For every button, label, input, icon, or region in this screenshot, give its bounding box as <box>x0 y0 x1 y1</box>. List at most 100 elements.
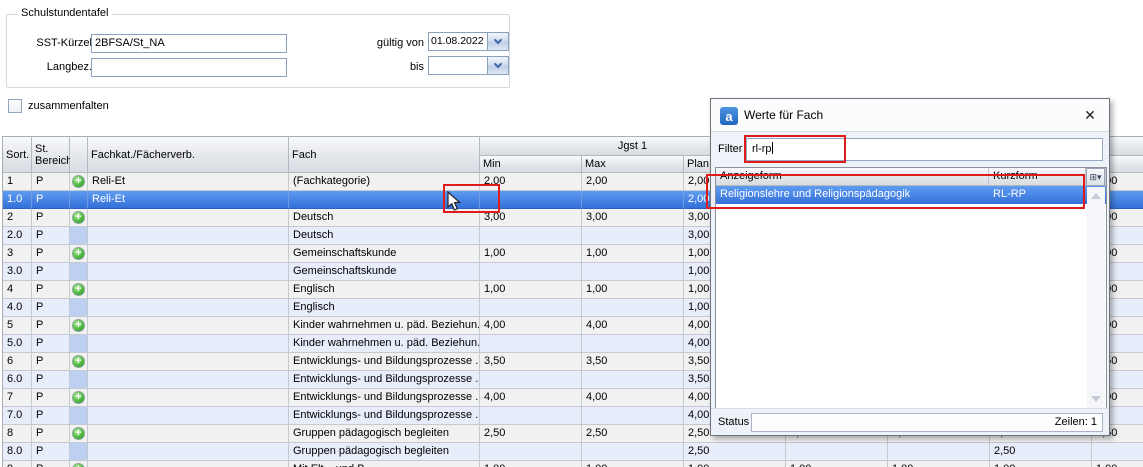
table-row[interactable]: 8.0PGruppen pädagogisch begleiten2,502,5… <box>3 443 1143 461</box>
cell-value[interactable]: 1,00 <box>888 461 990 467</box>
cell-fach[interactable]: Gemeinschaftskunde <box>289 245 480 263</box>
scroll-up-icon[interactable] <box>1091 193 1101 199</box>
cell-value[interactable] <box>480 371 582 389</box>
cell-st-bereich: P <box>32 245 70 263</box>
add-row-plus-icon[interactable]: + <box>72 211 85 224</box>
cell-value[interactable]: 1,00 <box>480 245 582 263</box>
cell-value[interactable] <box>480 407 582 425</box>
cell-value[interactable]: 1,00 <box>480 461 582 467</box>
cell-value[interactable] <box>480 443 582 461</box>
cell-value[interactable]: 1,00 <box>684 461 786 467</box>
field-chooser-button[interactable]: ⊞▾ <box>1086 168 1105 186</box>
cell-fach[interactable]: Kinder wahrnehmen u. päd. Beziehun... <box>289 317 480 335</box>
cell-value[interactable]: 4,00 <box>480 389 582 407</box>
add-row-plus-icon[interactable]: + <box>72 175 85 188</box>
cell-add[interactable]: + <box>70 425 88 443</box>
bis-input[interactable] <box>428 56 488 75</box>
cell-value[interactable] <box>582 263 684 281</box>
cell-value[interactable]: 2,50 <box>684 443 786 461</box>
cell-value[interactable] <box>582 299 684 317</box>
cell-value[interactable]: 3,00 <box>582 209 684 227</box>
cell-fach[interactable]: Kinder wahrnehmen u. päd. Beziehun... <box>289 335 480 353</box>
cell-add[interactable]: + <box>70 173 88 191</box>
list-scrollbar[interactable] <box>1087 187 1105 408</box>
cell-fachkat: Reli-Et <box>88 173 289 191</box>
cell-add[interactable]: + <box>70 209 88 227</box>
cell-value[interactable] <box>480 299 582 317</box>
add-row-plus-icon[interactable]: + <box>72 355 85 368</box>
scroll-down-icon[interactable] <box>1091 396 1101 402</box>
cell-value[interactable]: 2,00 <box>582 173 684 191</box>
cell-value[interactable] <box>582 407 684 425</box>
cell-value[interactable]: 1,00 <box>480 281 582 299</box>
cell-value[interactable] <box>582 227 684 245</box>
col-header-st-bereich[interactable]: St.Bereich <box>32 137 70 173</box>
sst-kuerzel-input[interactable]: 2BFSA/St_NA <box>91 34 287 53</box>
cell-value[interactable]: 1,00 <box>786 461 888 467</box>
col-header-sort[interactable]: Sort. <box>3 137 32 173</box>
cell-fach[interactable]: Entwicklungs- und Bildungsprozesse ... <box>289 407 480 425</box>
cell-fach[interactable]: Deutsch <box>289 227 480 245</box>
cell-add[interactable]: + <box>70 389 88 407</box>
cell-fach[interactable]: Entwicklungs- und Bildungsprozesse ... <box>289 353 480 371</box>
cell-value[interactable]: 2,50 <box>480 425 582 443</box>
cell-fachkat <box>88 461 289 467</box>
add-row-plus-icon[interactable]: + <box>72 283 85 296</box>
cell-add[interactable]: + <box>70 461 88 467</box>
add-row-plus-icon[interactable]: + <box>72 319 85 332</box>
col-header-fachkat[interactable]: Fachkat./Fächerverb. <box>88 137 289 173</box>
add-row-plus-icon[interactable]: + <box>72 391 85 404</box>
cell-value[interactable]: 4,00 <box>582 317 684 335</box>
cell-value[interactable]: 1,00 <box>582 245 684 263</box>
cell-fach[interactable]: Entwicklungs- und Bildungsprozesse ... <box>289 389 480 407</box>
cell-value[interactable]: 2,50 <box>582 425 684 443</box>
cell-value[interactable] <box>1092 443 1143 461</box>
add-row-plus-icon[interactable]: + <box>72 463 85 467</box>
close-icon[interactable]: ✕ <box>1081 106 1099 124</box>
langbez-label: Langbez. <box>21 58 92 77</box>
add-row-plus-icon[interactable]: + <box>72 247 85 260</box>
langbez-input[interactable] <box>91 58 287 77</box>
table-row[interactable]: 9P+Mit Elt... und B...1,001,001,001,001,… <box>3 461 1143 467</box>
cell-value[interactable] <box>582 191 684 209</box>
cell-value[interactable] <box>582 443 684 461</box>
cell-add[interactable]: + <box>70 317 88 335</box>
cell-fach[interactable]: Mit Elt... und B... <box>289 461 480 467</box>
cell-value[interactable]: 4,00 <box>480 317 582 335</box>
cell-value[interactable] <box>888 443 990 461</box>
col-header-fach[interactable]: Fach <box>289 137 480 173</box>
cell-value[interactable]: 1,00 <box>582 281 684 299</box>
col-header-min[interactable]: Min <box>480 156 582 173</box>
cell-value[interactable]: 2,50 <box>990 443 1092 461</box>
cell-fach[interactable]: Entwicklungs- und Bildungsprozesse ... <box>289 371 480 389</box>
cell-fach[interactable]: Englisch <box>289 299 480 317</box>
cell-value[interactable]: 1,00 <box>990 461 1092 467</box>
cell-fach[interactable]: Gemeinschaftskunde <box>289 263 480 281</box>
cell-value[interactable]: 1,00 <box>582 461 684 467</box>
cell-value[interactable]: 4,00 <box>582 389 684 407</box>
groupbox-title: Schulstundentafel <box>17 7 112 19</box>
cell-fach[interactable]: Englisch <box>289 281 480 299</box>
cell-add[interactable]: + <box>70 245 88 263</box>
cell-value[interactable] <box>786 443 888 461</box>
gueltig-von-dropdown-button[interactable] <box>488 32 509 51</box>
add-row-plus-icon[interactable]: + <box>72 427 85 440</box>
gueltig-von-input[interactable]: 01.08.2022 <box>428 32 488 51</box>
dialog-titlebar[interactable]: a Werte für Fach ✕ <box>711 99 1109 132</box>
bis-dropdown-button[interactable] <box>488 56 509 75</box>
cell-add[interactable]: + <box>70 281 88 299</box>
cell-sort: 9 <box>3 461 32 467</box>
cell-value[interactable] <box>480 335 582 353</box>
cell-value[interactable] <box>480 263 582 281</box>
cell-value[interactable] <box>480 227 582 245</box>
cell-value[interactable]: 1,00 <box>1092 461 1143 467</box>
cell-value[interactable] <box>582 371 684 389</box>
col-header-max[interactable]: Max <box>582 156 684 173</box>
zusammenfalten-checkbox[interactable] <box>8 99 22 113</box>
cell-value[interactable]: 3,50 <box>480 353 582 371</box>
cell-fach[interactable]: Gruppen pädagogisch begleiten <box>289 425 480 443</box>
cell-fach[interactable]: Gruppen pädagogisch begleiten <box>289 443 480 461</box>
cell-value[interactable] <box>582 335 684 353</box>
cell-add[interactable]: + <box>70 353 88 371</box>
cell-value[interactable]: 3,50 <box>582 353 684 371</box>
